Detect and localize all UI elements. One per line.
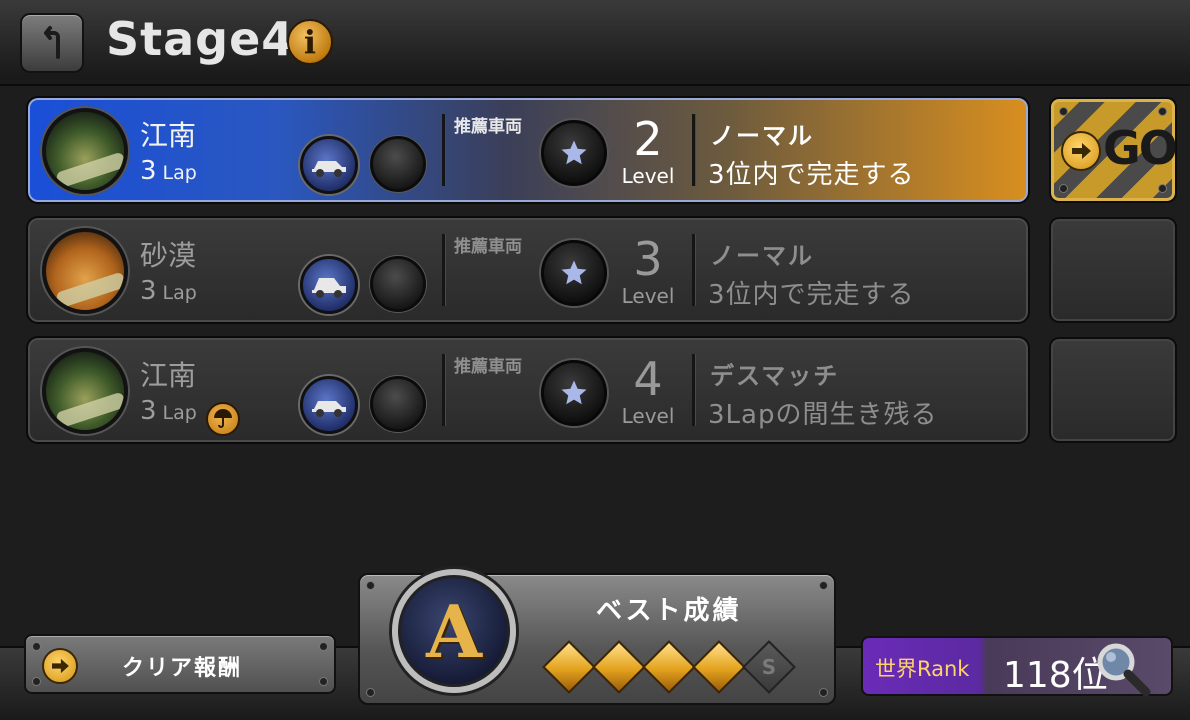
car-icon: [300, 256, 358, 314]
lap-count: 3 Lap: [140, 396, 197, 426]
search-icon[interactable]: [1092, 638, 1152, 698]
go-button-disabled: [1049, 217, 1177, 323]
recommended-vehicle-label: 推薦車両: [454, 357, 522, 377]
page-title: Stage4: [106, 12, 295, 66]
car-icon: [300, 376, 358, 434]
divider: [692, 114, 695, 186]
divider: [442, 354, 445, 426]
course-thumbnail: [42, 348, 128, 434]
go-label: GO: [1103, 121, 1178, 175]
empty-item-slot: [370, 376, 426, 432]
best-rank-medal: A: [392, 569, 516, 693]
level-number: 3: [633, 232, 663, 286]
level-label: Level: [621, 164, 675, 188]
course-name: 江南: [140, 359, 197, 392]
race-row-3[interactable]: 江南 3 Lap 推薦車両 4 Level デスマッチ 3Lapの間生き残る: [26, 336, 1030, 444]
race-mode: ノーマル: [710, 122, 814, 150]
level-label: Level: [621, 404, 675, 428]
back-button[interactable]: [20, 13, 84, 73]
recommended-vehicle-label: 推薦車両: [454, 117, 522, 137]
car-icon: [300, 136, 358, 194]
divider: [692, 234, 695, 306]
race-row-2[interactable]: 砂漠 3 Lap 推薦車両 3 Level ノーマル 3位内で完走する: [26, 216, 1030, 324]
course-name: 江南: [140, 119, 197, 152]
best-rank-letter: A: [426, 588, 482, 674]
umbrella-icon: [206, 402, 240, 436]
world-rank-label: 世界Rank: [875, 657, 970, 681]
lap-count: 3 Lap: [140, 156, 197, 186]
info-icon[interactable]: i: [287, 19, 333, 65]
recommended-vehicle-label: 推薦車両: [454, 237, 522, 257]
race-goal: 3位内で完走する: [708, 280, 915, 310]
gem-letter: S: [761, 655, 777, 679]
go-button[interactable]: GO: [1049, 97, 1178, 203]
race-mode: デスマッチ: [710, 362, 840, 390]
divider: [692, 354, 695, 426]
level-number: 4: [633, 352, 663, 406]
arrow-right-icon: [42, 648, 78, 684]
arrow-right-icon: [1061, 131, 1101, 171]
level-label: Level: [621, 284, 675, 308]
go-button-disabled: [1049, 337, 1177, 443]
lap-count: 3 Lap: [140, 276, 197, 306]
race-mode: ノーマル: [710, 242, 814, 270]
race-goal: 3位内で完走する: [708, 160, 915, 190]
star-icon: [541, 120, 607, 186]
race-row-1[interactable]: 江南 3 Lap 推薦車両 2 Level ノーマル 3位内で完走する: [26, 96, 1030, 204]
race-goal: 3Lapの間生き残る: [708, 400, 938, 430]
course-name: 砂漠: [140, 239, 197, 272]
course-thumbnail: [42, 228, 128, 314]
header-bar: Stage4 i: [0, 0, 1190, 86]
divider: [442, 114, 445, 186]
star-icon: [541, 360, 607, 426]
best-record-label: ベスト成績: [596, 596, 742, 626]
back-arrow-icon: [44, 26, 60, 59]
empty-item-slot: [370, 136, 426, 192]
clear-reward-label: クリア報酬: [122, 656, 243, 681]
level-number: 2: [633, 112, 663, 166]
clear-reward-button[interactable]: クリア報酬: [24, 634, 336, 694]
empty-item-slot: [370, 256, 426, 312]
course-thumbnail: [42, 108, 128, 194]
star-icon: [541, 240, 607, 306]
divider: [442, 234, 445, 306]
